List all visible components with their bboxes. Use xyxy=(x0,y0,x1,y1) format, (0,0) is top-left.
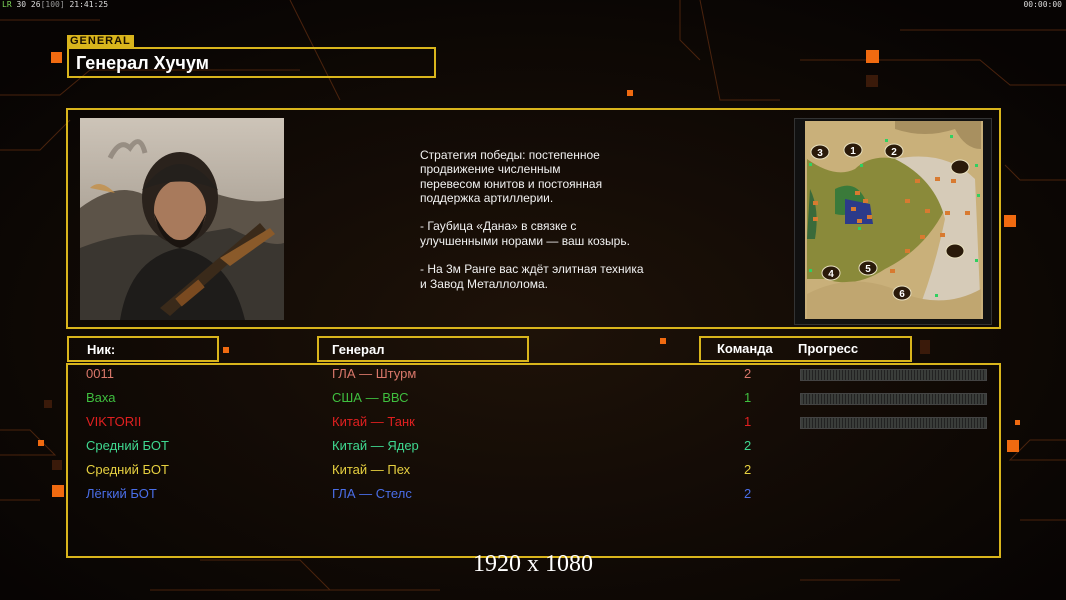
player-team: 2 xyxy=(744,366,752,381)
fps-counter: LR 30 26[100] 21:41:25 xyxy=(2,0,108,9)
map-slot-4: 4 xyxy=(828,269,834,280)
player-progress-bar xyxy=(800,369,987,381)
player-general: Китай — Пех xyxy=(332,462,411,477)
game-timer: 00:00:00 xyxy=(1023,0,1062,9)
player-nick: Лёгкий БОТ xyxy=(86,486,157,501)
nick-header: Ник: xyxy=(87,342,116,357)
player-general: ГЛА — Стелс xyxy=(332,486,412,501)
player-nick: Ваха xyxy=(86,390,116,405)
player-row: 0011 ГЛА — Штурм 2 xyxy=(0,366,1066,390)
strategy-description: Стратегия победы: постепенное продвижени… xyxy=(420,148,644,291)
minimap[interactable]: 1 2 3 4 5 6 xyxy=(794,118,992,325)
map-slot-2: 2 xyxy=(891,147,897,158)
player-general: Китай — Танк xyxy=(332,414,415,429)
player-nick: Средний БОТ xyxy=(86,438,169,453)
player-row: Лёгкий БОТ ГЛА — Стелс 2 xyxy=(0,486,1066,510)
progress-header: Прогресс xyxy=(798,341,859,356)
player-general: Китай — Ядер xyxy=(332,438,419,453)
minimap-image: 1 2 3 4 5 6 xyxy=(805,121,983,319)
map-slot-1: 1 xyxy=(850,146,856,157)
player-nick: Средний БОТ xyxy=(86,462,169,477)
player-row: Средний БОТ Китай — Пех 2 xyxy=(0,462,1066,486)
player-team: 1 xyxy=(744,414,752,429)
fps-values: 30 26 xyxy=(16,0,41,9)
fps-label: LR xyxy=(2,0,12,9)
player-row: VIKTORII Китай — Танк 1 xyxy=(0,414,1066,438)
map-slot-5: 5 xyxy=(865,264,871,275)
player-nick: 0011 xyxy=(86,366,114,381)
player-row: Средний БОТ Китай — Ядер 2 xyxy=(0,438,1066,462)
general-header: Генерал xyxy=(332,342,385,357)
team-header: Команда xyxy=(717,341,773,356)
portrait-image xyxy=(80,118,284,320)
player-team: 1 xyxy=(744,390,752,405)
player-team: 2 xyxy=(744,462,752,477)
general-title: Генерал Хучум xyxy=(76,53,209,73)
resolution-caption: 1920 x 1080 xyxy=(473,551,593,577)
general-portrait xyxy=(80,118,284,320)
map-slot-3: 3 xyxy=(817,148,823,159)
general-header-box: Генерал xyxy=(317,336,529,362)
general-tag: GENERAL xyxy=(67,35,134,47)
player-team: 2 xyxy=(744,438,752,453)
clock: 21:41:25 xyxy=(69,0,109,9)
player-row: Ваха США — ВВС 1 xyxy=(0,390,1066,414)
player-general: США — ВВС xyxy=(332,390,409,405)
nick-header-box: Ник: xyxy=(67,336,219,362)
fps-bracket: [100] xyxy=(40,0,65,9)
player-team: 2 xyxy=(744,486,752,501)
team-progress-header-box: Команда Прогресс xyxy=(699,336,912,362)
player-general: ГЛА — Штурм xyxy=(332,366,417,381)
player-progress-bar xyxy=(800,417,987,429)
player-nick: VIKTORII xyxy=(86,414,142,429)
general-title-box: Генерал Хучум xyxy=(67,47,436,78)
map-slot-6: 6 xyxy=(899,289,905,300)
player-progress-bar xyxy=(800,393,987,405)
